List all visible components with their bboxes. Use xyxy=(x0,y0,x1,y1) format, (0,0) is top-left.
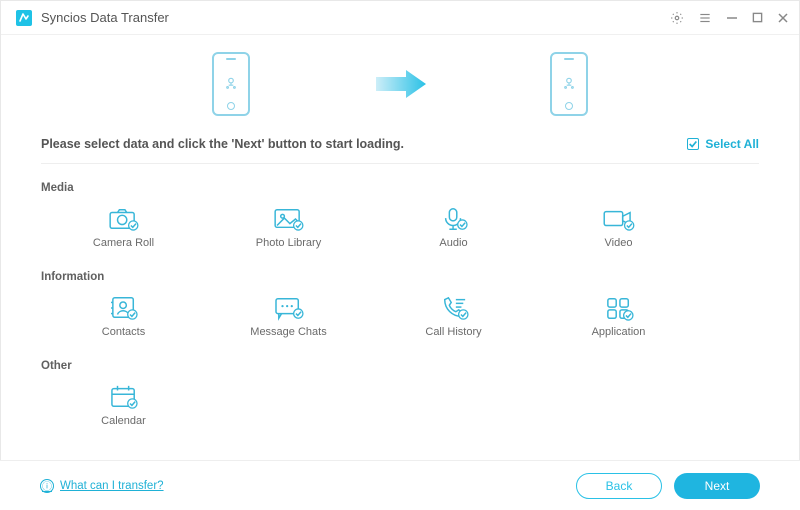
footer-buttons: Back Next xyxy=(576,473,760,499)
transfer-arrow-icon xyxy=(370,67,430,101)
item-call-history[interactable]: Call History xyxy=(371,289,536,348)
item-label: Call History xyxy=(425,326,481,338)
information-grid: Contacts Message Chats Call History xyxy=(41,289,701,348)
call-history-icon xyxy=(437,295,471,321)
item-message-chats[interactable]: Message Chats xyxy=(206,289,371,348)
item-contacts[interactable]: Contacts xyxy=(41,289,206,348)
info-icon: ⓘ xyxy=(40,479,54,493)
window-controls xyxy=(670,11,789,25)
minimize-button[interactable] xyxy=(726,12,738,24)
select-all-label: Select All xyxy=(705,137,759,151)
instruction-row: Please select data and click the 'Next' … xyxy=(1,137,799,151)
footer: ⓘ What can I transfer? Back Next xyxy=(0,460,800,510)
application-icon xyxy=(602,295,636,321)
title-bar: Syncios Data Transfer xyxy=(1,1,799,35)
settings-icon[interactable] xyxy=(670,11,684,25)
section-title-media: Media xyxy=(41,182,759,194)
item-label: Calendar xyxy=(101,415,146,427)
data-sections: Media Camera Roll Photo Library xyxy=(1,164,799,437)
item-audio[interactable]: Audio xyxy=(371,200,536,259)
close-button[interactable] xyxy=(777,12,789,24)
next-button[interactable]: Next xyxy=(674,473,760,499)
item-photo-library[interactable]: Photo Library xyxy=(206,200,371,259)
section-title-information: Information xyxy=(41,271,759,283)
camera-icon xyxy=(107,206,141,232)
menu-icon[interactable] xyxy=(698,11,712,25)
item-label: Camera Roll xyxy=(93,237,154,249)
help-link[interactable]: ⓘ What can I transfer? xyxy=(40,479,164,493)
item-calendar[interactable]: Calendar xyxy=(41,378,206,437)
source-phone-icon xyxy=(212,52,250,116)
item-label: Photo Library xyxy=(256,237,321,249)
message-icon xyxy=(272,295,306,321)
item-video[interactable]: Video xyxy=(536,200,701,259)
media-grid: Camera Roll Photo Library Audio xyxy=(41,200,701,259)
item-camera-roll[interactable]: Camera Roll xyxy=(41,200,206,259)
photo-icon xyxy=(272,206,306,232)
back-button[interactable]: Back xyxy=(576,473,662,499)
audio-icon xyxy=(437,206,471,232)
contacts-icon xyxy=(107,295,141,321)
item-label: Contacts xyxy=(102,326,145,338)
item-application[interactable]: Application xyxy=(536,289,701,348)
item-label: Message Chats xyxy=(250,326,326,338)
calendar-icon xyxy=(107,384,141,410)
other-grid: Calendar xyxy=(41,378,701,437)
item-label: Audio xyxy=(439,237,467,249)
instruction-text: Please select data and click the 'Next' … xyxy=(41,137,404,151)
maximize-button[interactable] xyxy=(752,12,763,23)
video-icon xyxy=(602,206,636,232)
item-label: Video xyxy=(605,237,633,249)
help-link-label: What can I transfer? xyxy=(60,480,164,492)
item-label: Application xyxy=(592,326,646,338)
back-button-label: Back xyxy=(606,479,633,493)
section-title-other: Other xyxy=(41,360,759,372)
next-button-label: Next xyxy=(705,479,730,493)
select-all-toggle[interactable]: Select All xyxy=(687,137,759,151)
app-logo-icon xyxy=(15,9,33,27)
select-all-checkbox-icon xyxy=(687,138,699,150)
target-phone-icon xyxy=(550,52,588,116)
app-title: Syncios Data Transfer xyxy=(41,10,169,25)
transfer-hero xyxy=(1,35,799,133)
